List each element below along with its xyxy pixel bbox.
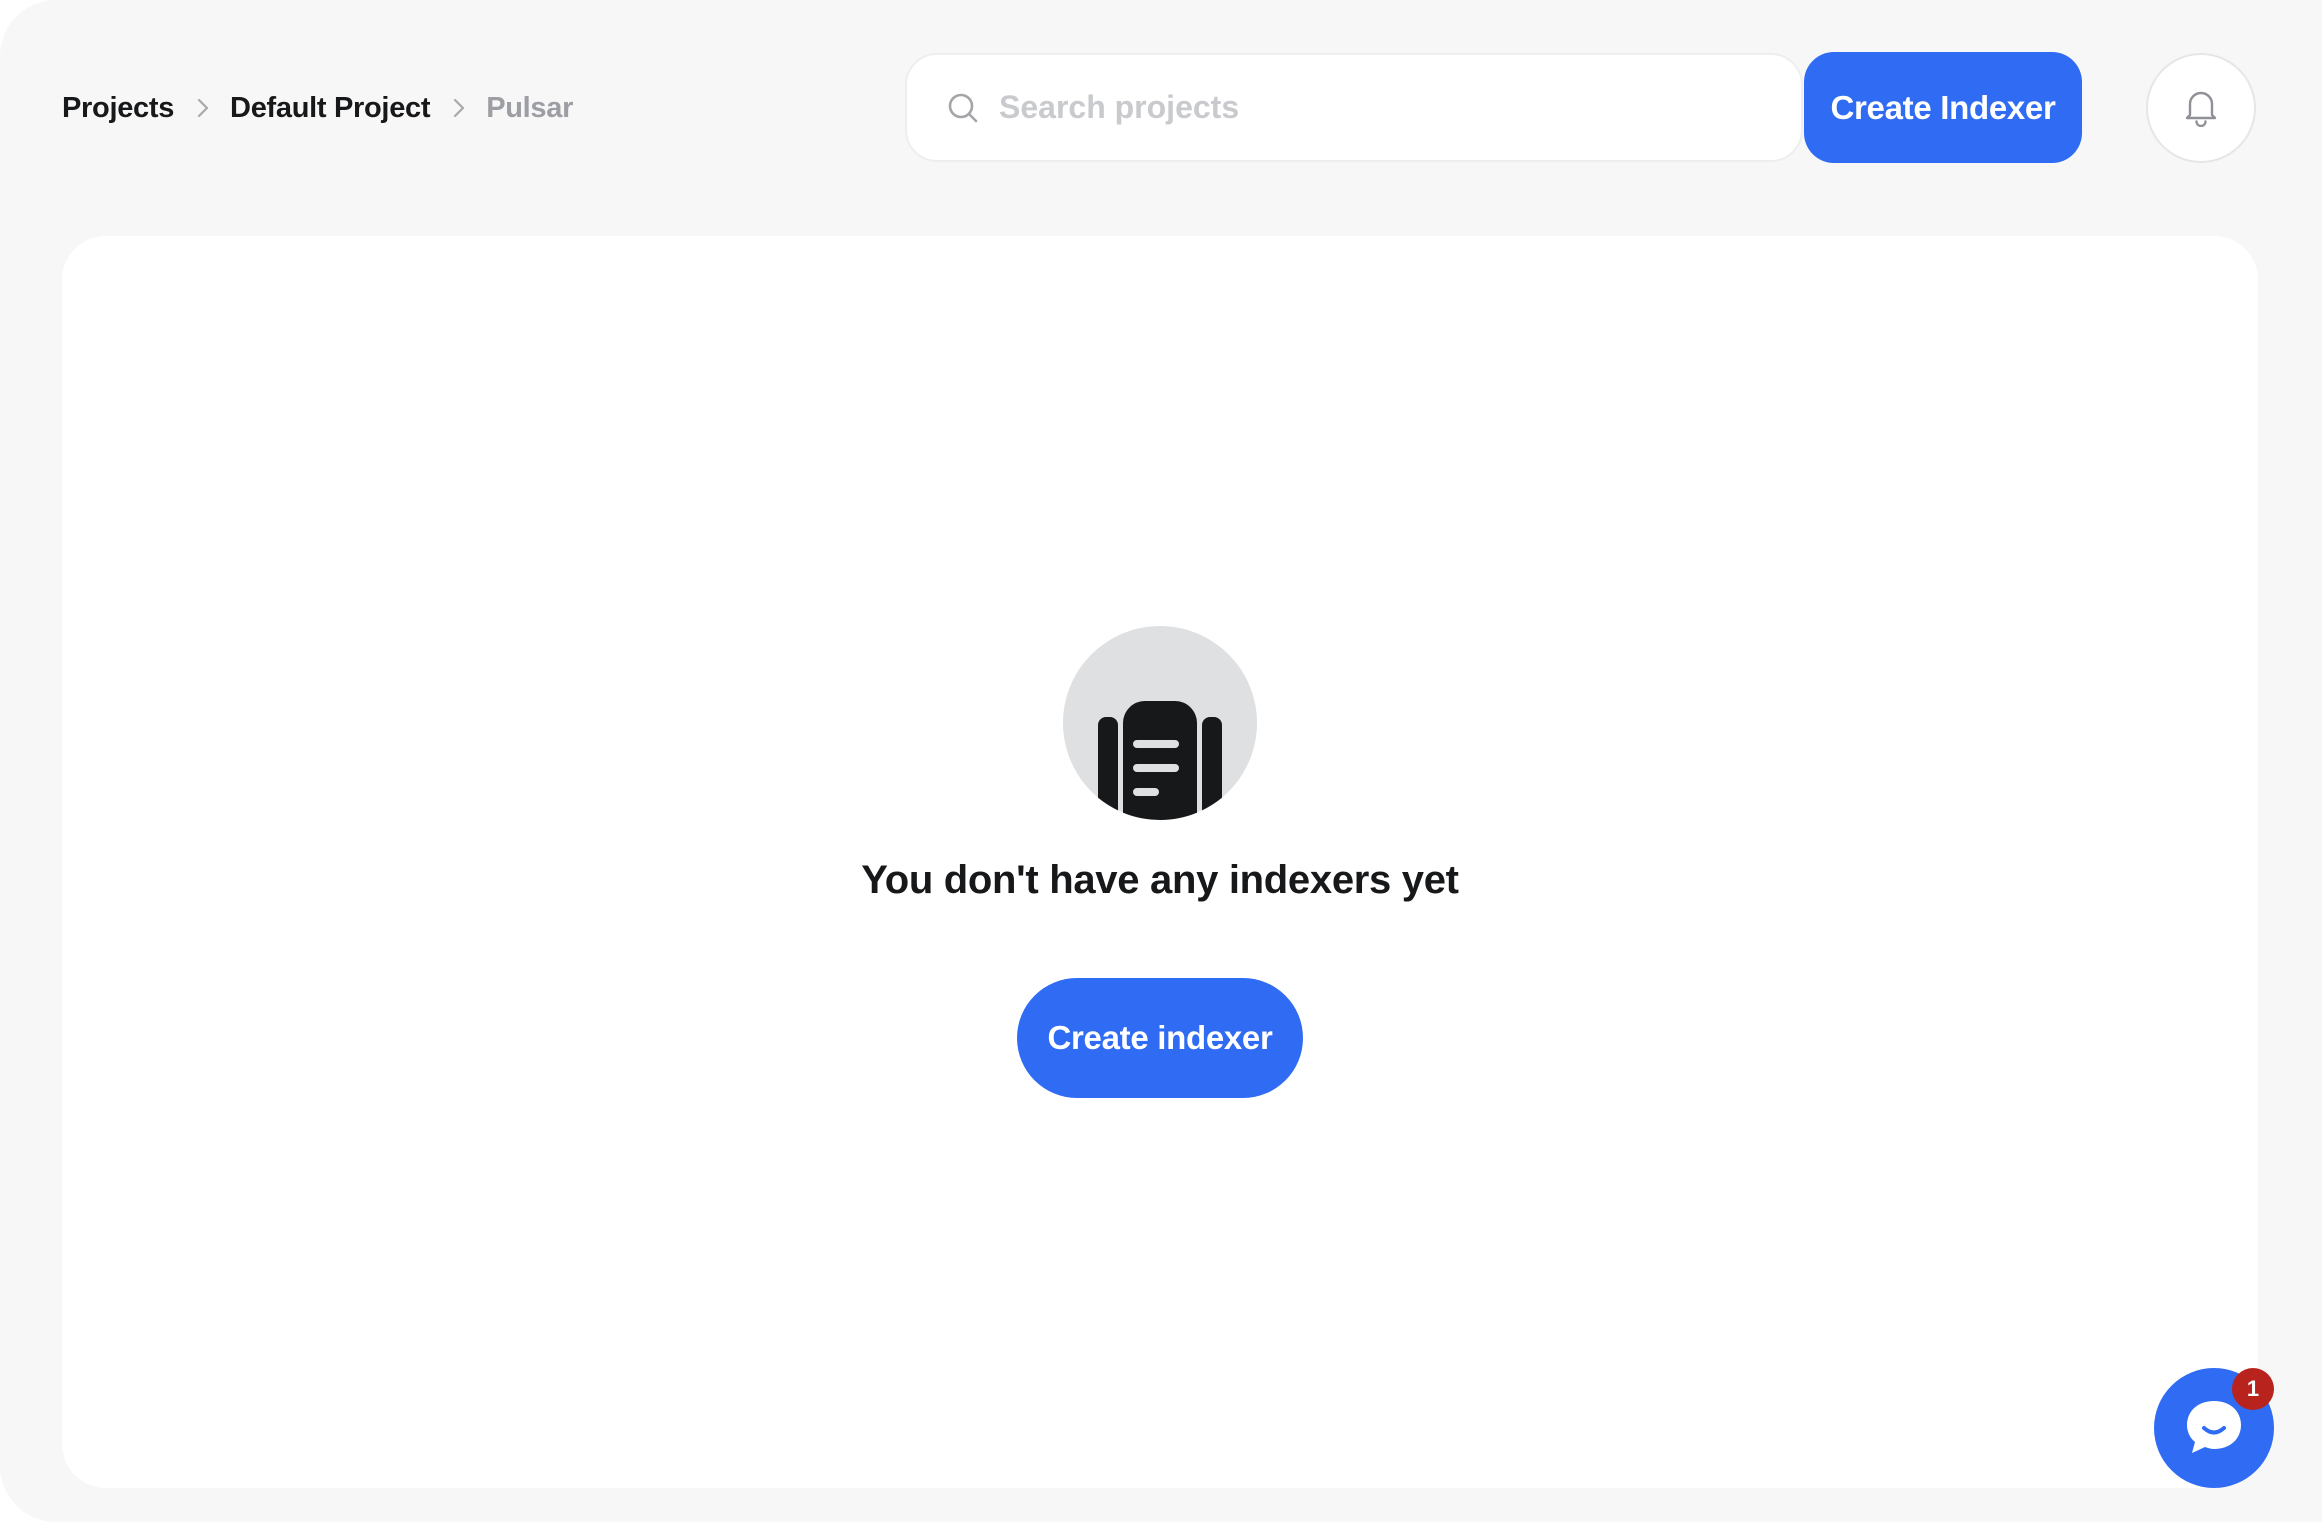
notifications-button[interactable]: [2146, 53, 2256, 163]
breadcrumb-item-default-project[interactable]: Default Project: [230, 92, 430, 125]
main-card: You don't have any indexers yet Create i…: [62, 236, 2258, 1488]
chevron-right-icon: [452, 97, 466, 119]
breadcrumb-item-current: Pulsar: [486, 91, 574, 124]
bell-icon: [2181, 85, 2221, 132]
breadcrumb: Projects Default Project Pulsar: [62, 86, 573, 130]
create-indexer-button[interactable]: Create Indexer: [1804, 52, 2082, 163]
empty-state-title: You don't have any indexers yet: [861, 858, 1459, 902]
search-input[interactable]: [997, 88, 1701, 127]
empty-state-illustration: [1063, 626, 1257, 820]
search-icon: [947, 92, 979, 124]
create-indexer-empty-button[interactable]: Create indexer: [1017, 978, 1303, 1098]
document-stack-icon: [1098, 701, 1222, 820]
breadcrumb-item-projects[interactable]: Projects: [62, 92, 174, 125]
chevron-right-icon: [196, 97, 210, 119]
chat-bubble-icon: [2187, 1401, 2241, 1453]
search-box[interactable]: [905, 53, 1803, 162]
chat-notification-badge: 1: [2232, 1368, 2274, 1410]
app-window: Projects Default Project Pulsar Create I…: [0, 0, 2322, 1522]
